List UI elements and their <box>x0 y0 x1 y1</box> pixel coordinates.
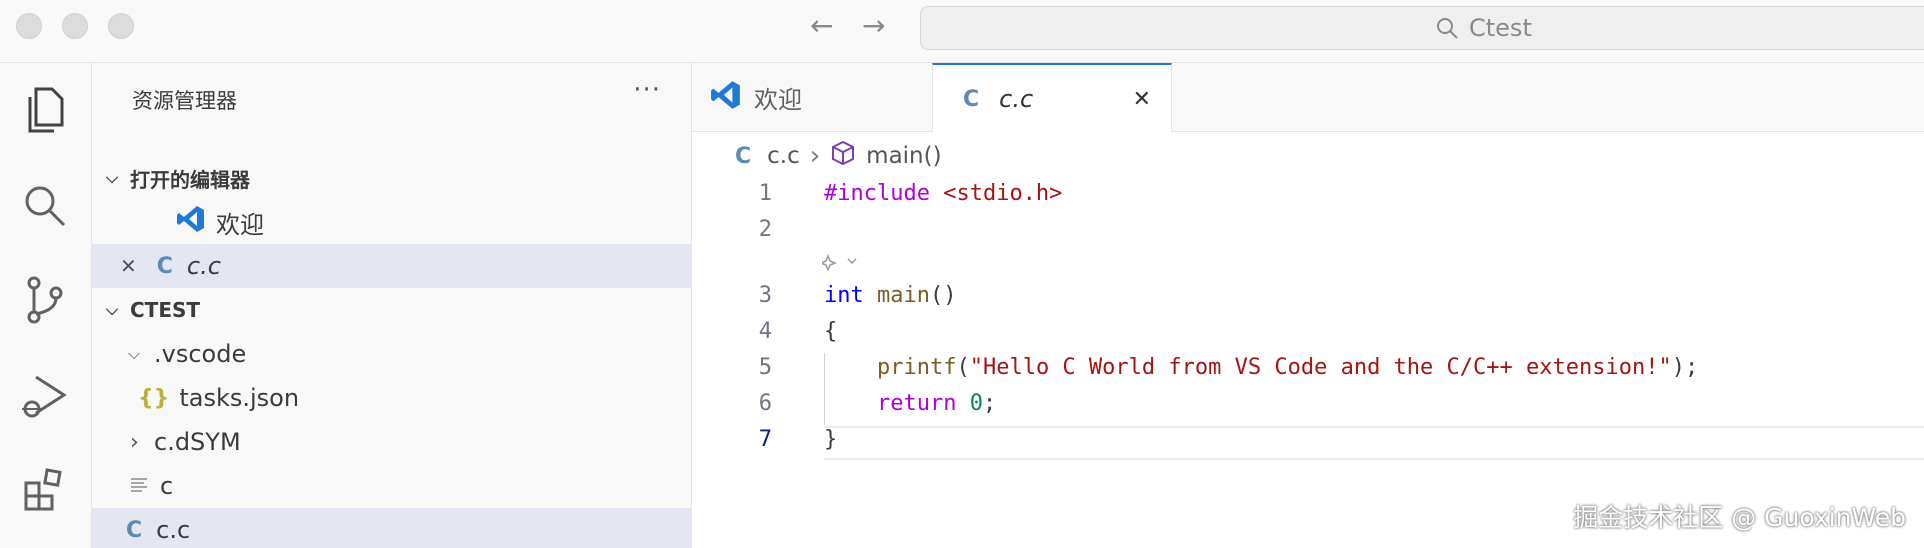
open-editor-label: 欢迎 <box>216 210 264 239</box>
tree-item-c-binary[interactable]: c <box>92 464 692 508</box>
token: printf <box>876 355 957 380</box>
tree-item-c-source[interactable]: C c.c <box>92 508 692 548</box>
arrow-left-icon[interactable]: ← <box>810 10 833 42</box>
open-editor-item-welcome[interactable]: 欢迎 <box>92 200 692 244</box>
open-editors-title: 打开的编辑器 <box>130 167 250 192</box>
tree-item-vscode-folder[interactable]: ⌵ .vscode <box>92 332 692 376</box>
line-number: 5 <box>758 355 772 380</box>
explorer-sidebar: 资源管理器 ··· ⌵ 打开的编辑器 欢迎 ✕ C c.c ⌵ CTEST ⌵ … <box>92 63 692 548</box>
chevron-down-icon: ⌵ <box>106 168 119 187</box>
token: { <box>824 319 838 344</box>
token: <stdio.h> <box>929 181 1063 206</box>
code-line: 5 printf("Hello C World from VS Code and… <box>692 350 1924 386</box>
close-icon[interactable]: ✕ <box>1133 87 1151 112</box>
tree-item-label: c <box>160 472 174 500</box>
tree-item-dsym-folder[interactable]: › c.dSYM <box>92 420 692 464</box>
breadcrumb-symbol[interactable]: main() <box>866 143 941 169</box>
token: } <box>824 427 838 452</box>
vscode-icon <box>710 79 742 117</box>
token: main <box>863 283 930 308</box>
vscode-icon <box>176 204 206 240</box>
token: #include <box>824 181 930 206</box>
c-file-icon: C <box>156 253 173 279</box>
code-line: 2 <box>692 212 1924 248</box>
code-line: 3 int main() <box>692 278 1924 314</box>
codelens-sparkle-icon[interactable] <box>818 253 862 275</box>
json-file-icon: {} <box>138 385 170 411</box>
line-number: 2 <box>758 217 772 242</box>
token: () <box>929 283 957 308</box>
code-line: 7 } <box>692 422 1924 458</box>
activity-bar <box>0 63 92 548</box>
chevron-right-icon: › <box>809 141 821 171</box>
open-editor-label: c.c <box>186 252 221 280</box>
command-center[interactable]: Ctest <box>920 6 1924 50</box>
window-minimize-button[interactable] <box>62 13 88 39</box>
tree-item-label: tasks.json <box>179 384 300 412</box>
command-center-label: Ctest <box>1469 14 1532 42</box>
chevron-right-icon: › <box>130 429 139 455</box>
tab-c[interactable]: C c.c ✕ <box>932 63 1172 133</box>
editor-tabs: 欢迎 C c.c ✕ <box>692 63 1924 133</box>
explorer-icon[interactable] <box>18 83 72 137</box>
source-control-icon[interactable] <box>18 273 72 327</box>
line-number: 7 <box>758 427 772 452</box>
code-line: 6 return 0; <box>692 386 1924 422</box>
chevron-down-icon: ⌵ <box>128 344 141 363</box>
tree-item-tasks-json[interactable]: {} tasks.json <box>92 376 692 420</box>
token: ; <box>982 391 997 416</box>
code-line: 4 { <box>692 314 1924 350</box>
breadcrumb: C c.c › main() <box>735 140 942 172</box>
line-number: 6 <box>758 391 772 416</box>
chevron-down-icon: ⌵ <box>106 300 119 319</box>
open-editor-item-c[interactable]: ✕ C c.c <box>92 244 692 288</box>
more-actions-icon[interactable]: ··· <box>633 75 661 105</box>
extensions-icon[interactable] <box>18 463 72 517</box>
token: "Hello C World from VS Code and the C/C+… <box>969 355 1672 380</box>
project-section[interactable]: ⌵ CTEST <box>92 288 692 332</box>
token: int <box>824 283 864 308</box>
tab-label: c.c <box>999 85 1034 113</box>
line-number: 1 <box>758 181 772 206</box>
line-number: 3 <box>758 283 772 308</box>
c-file-icon: C <box>735 143 752 169</box>
close-icon[interactable]: ✕ <box>120 254 137 278</box>
sidebar-title: 资源管理器 <box>132 89 237 113</box>
token: ( <box>956 355 970 380</box>
c-file-icon: C <box>126 517 143 543</box>
code-line: 1 #include <stdio.h> <box>692 176 1924 212</box>
tree-item-label: c.dSYM <box>154 428 241 456</box>
token: return <box>876 391 957 416</box>
run-debug-icon[interactable] <box>18 369 72 423</box>
arrow-right-icon[interactable]: → <box>862 10 885 42</box>
tab-label: 欢迎 <box>754 86 802 114</box>
open-editors-section[interactable]: ⌵ 打开的编辑器 <box>92 156 692 200</box>
watermark: 掘金技术社区 @ GuoxinWeb <box>1573 503 1906 532</box>
tree-item-label: .vscode <box>154 340 247 368</box>
tree-item-label: c.c <box>156 516 191 544</box>
breadcrumb-file[interactable]: c.c <box>767 143 800 169</box>
tab-welcome[interactable]: 欢迎 <box>710 63 922 132</box>
c-file-icon: C <box>963 86 980 112</box>
text-file-icon <box>130 472 148 500</box>
title-bar: ← → Ctest <box>0 0 1924 63</box>
search-icon <box>1437 18 1458 39</box>
line-number: 4 <box>758 319 772 344</box>
project-title: CTEST <box>130 298 201 322</box>
window-maximize-button[interactable] <box>108 13 134 39</box>
window-close-button[interactable] <box>16 13 42 39</box>
token: ); <box>1671 355 1699 380</box>
search-icon[interactable] <box>18 179 72 233</box>
cube-icon <box>830 140 856 172</box>
token: 0 <box>956 391 983 416</box>
